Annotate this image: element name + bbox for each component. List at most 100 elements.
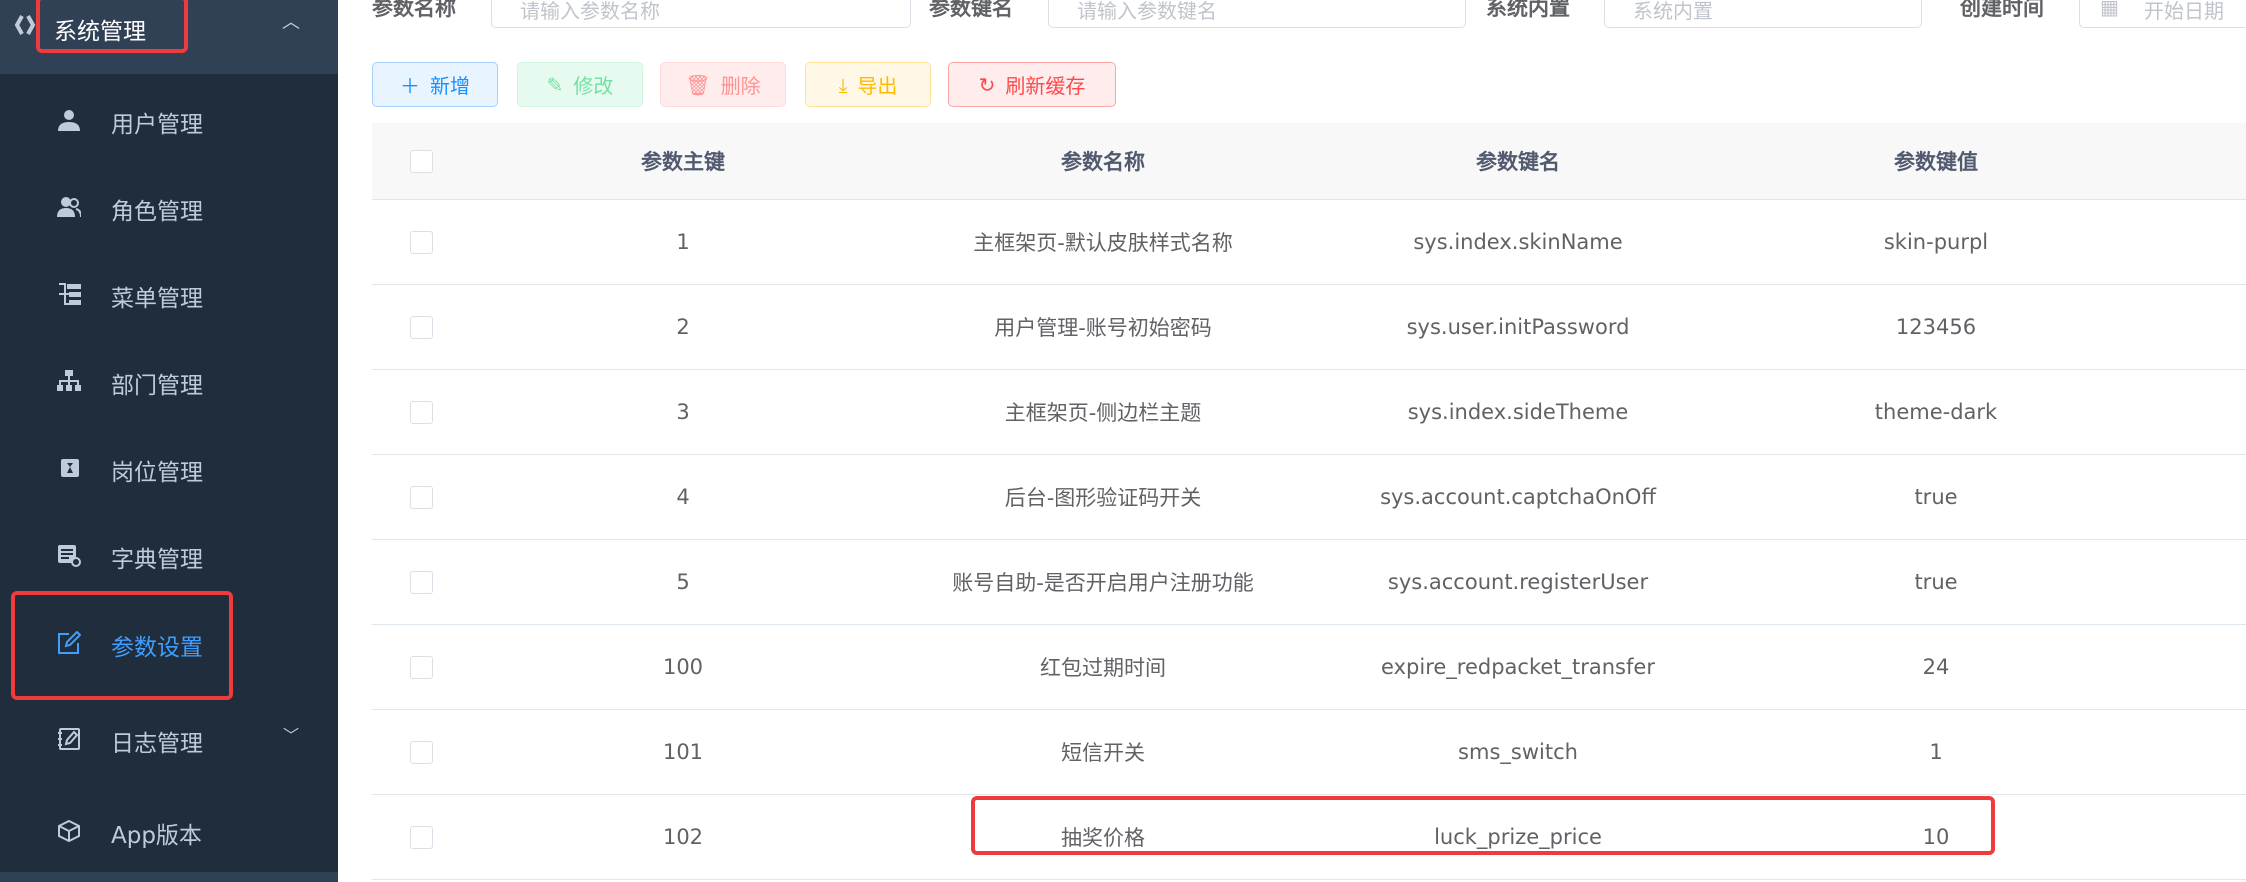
header-config-key: 参数键名	[1476, 150, 1560, 174]
add-button[interactable]: ＋ 新增	[372, 62, 498, 107]
cell-config-key: sms_switch	[1458, 740, 1578, 764]
table-row[interactable]: 4 后台-图形验证码开关 sys.account.captchaOnOff true	[372, 455, 2246, 540]
cell-config-value: 123456	[1895, 315, 1977, 339]
sidebar: 系统管理 ︿ 用户管理 角色管理 菜单管理 部门管理 岗位管理 字典管理 参数设…	[0, 0, 338, 882]
sidebar-item-dept[interactable]: 部门管理	[0, 338, 338, 424]
chevron-down-icon: ﹀	[1893, 0, 1907, 10]
config-key-label: 参数键名	[929, 0, 1013, 20]
sidebar-item-role[interactable]: 角色管理	[0, 164, 338, 250]
sidebar-item-label: 菜单管理	[111, 286, 203, 312]
cell-config-name: 抽奖价格	[1061, 826, 1145, 850]
cell-config-name: 主框架页-默认皮肤样式名称	[973, 231, 1233, 255]
sidebar-item-user[interactable]: 用户管理	[0, 77, 338, 163]
chevron-down-icon: ﹀	[283, 726, 300, 745]
cell-config-id: 1	[676, 230, 690, 254]
config-name-input[interactable]: 请输入参数名称	[491, 0, 911, 28]
system-icon	[14, 15, 36, 35]
cell-config-name: 用户管理-账号初始密码	[994, 316, 1212, 340]
sidebar-item-label: 角色管理	[111, 199, 203, 225]
cell-config-key: sys.index.skinName	[1413, 230, 1623, 254]
start-date-placeholder: 开始日期	[2144, 0, 2224, 23]
sidebar-item-menu[interactable]: 菜单管理	[0, 251, 338, 337]
sidebar-item-label: 岗位管理	[111, 460, 203, 486]
config-type-label: 系统内置	[1486, 0, 1570, 20]
table-row[interactable]: 100 红包过期时间 expire_redpacket_transfer 24	[372, 625, 2246, 710]
cell-config-value: theme-dark	[1874, 400, 1998, 424]
table-row[interactable]: 2 用户管理-账号初始密码 sys.user.initPassword 123456	[372, 285, 2246, 370]
cell-config-value: true	[1914, 570, 1958, 594]
sidebar-item-post[interactable]: 岗位管理	[0, 425, 338, 511]
row-checkbox[interactable]	[410, 486, 433, 509]
cell-config-key: sys.user.initPassword	[1406, 315, 1630, 339]
post-icon	[61, 459, 79, 477]
table-row[interactable]: 3 主框架页-侧边栏主题 sys.index.sideTheme theme-dark	[372, 370, 2246, 455]
cell-config-value: 1	[1929, 740, 1943, 764]
delete-label: 删除	[720, 74, 761, 98]
header-config-value: 参数键值	[1894, 150, 1978, 174]
table-row[interactable]: 5 账号自助-是否开启用户注册功能 sys.account.registerUser…	[372, 540, 2246, 625]
sidebar-item-config[interactable]: 参数设置	[0, 600, 338, 686]
peoples-icon	[57, 197, 81, 218]
cell-config-value: 24	[1922, 655, 1950, 679]
add-label: 新增	[430, 74, 470, 98]
edit-label: 修改	[573, 74, 614, 98]
sidebar-item-app-version[interactable]: App版本	[0, 788, 338, 874]
cell-config-key: expire_redpacket_transfer	[1381, 655, 1655, 679]
submenu-system-management[interactable]: 系统管理 ︿	[0, 0, 338, 74]
cell-config-name: 红包过期时间	[1040, 656, 1166, 680]
cell-config-id: 101	[662, 740, 704, 764]
cell-config-key: luck_prize_price	[1434, 825, 1602, 849]
row-checkbox[interactable]	[410, 741, 433, 764]
cube-icon	[58, 819, 80, 843]
export-button[interactable]: ⤓ 导出	[805, 62, 931, 107]
trash-icon: 🗑︎	[685, 72, 711, 97]
table-row[interactable]: 102 抽奖价格 luck_prize_price 10	[372, 795, 2246, 880]
sidebar-item-label: 用户管理	[111, 112, 203, 138]
sidebar-footer	[0, 872, 338, 882]
cell-config-value: 10	[1922, 825, 1950, 849]
cell-config-id: 4	[676, 485, 690, 509]
row-checkbox[interactable]	[410, 231, 433, 254]
cell-config-id: 2	[676, 315, 690, 339]
cell-config-name: 账号自助-是否开启用户注册功能	[952, 571, 1254, 595]
refresh-cache-label: 刷新缓存	[1005, 74, 1086, 98]
start-date-input[interactable]: ▦ 开始日期	[2079, 0, 2246, 28]
log-icon	[58, 728, 80, 750]
cell-config-value: skin-purpl	[1883, 230, 1989, 254]
cell-config-id: 5	[676, 570, 690, 594]
sidebar-item-label: 字典管理	[111, 547, 203, 573]
row-checkbox[interactable]	[410, 826, 433, 849]
edit-button[interactable]: ✎ 修改	[517, 62, 643, 107]
cell-config-id: 102	[662, 825, 704, 849]
row-checkbox[interactable]	[410, 316, 433, 339]
table-row[interactable]: 1 主框架页-默认皮肤样式名称 sys.index.skinName skin-pur…	[372, 200, 2246, 285]
tree-table-icon	[59, 283, 81, 305]
sidebar-item-dict[interactable]: 字典管理	[0, 512, 338, 598]
sidebar-item-label: 参数设置	[111, 635, 203, 661]
row-checkbox[interactable]	[410, 571, 433, 594]
delete-button[interactable]: 🗑︎ 删除	[660, 62, 786, 107]
header-config-name: 参数名称	[1061, 150, 1145, 174]
create-time-label: 创建时间	[1960, 0, 2044, 20]
refresh-cache-button[interactable]: ↻ 刷新缓存	[948, 62, 1116, 107]
table-row[interactable]: 101 短信开关 sms_switch 1	[372, 710, 2246, 795]
sidebar-item-log[interactable]: 日志管理 ﹀	[0, 696, 338, 782]
sidebar-item-label: 日志管理	[111, 731, 203, 757]
config-type-select[interactable]: 系统内置 ﹀	[1604, 0, 1922, 28]
submenu-title: 系统管理	[54, 19, 146, 45]
download-icon: ⤓	[838, 72, 848, 97]
user-icon	[58, 110, 80, 131]
select-all-checkbox[interactable]	[410, 150, 433, 173]
sidebar-item-label: App版本	[111, 823, 202, 849]
edit-icon: ✎	[546, 72, 564, 97]
row-checkbox[interactable]	[410, 656, 433, 679]
cell-config-name: 后台-图形验证码开关	[1004, 486, 1202, 510]
edit-icon	[58, 631, 81, 654]
config-type-placeholder: 系统内置	[1633, 0, 1713, 23]
sidebar-item-label: 部门管理	[111, 373, 203, 399]
cell-config-key: sys.account.registerUser	[1387, 570, 1649, 594]
row-checkbox[interactable]	[410, 401, 433, 424]
calendar-icon: ▦	[2100, 0, 2119, 19]
cell-config-name: 主框架页-侧边栏主题	[1004, 401, 1202, 425]
config-key-input[interactable]: 请输入参数键名	[1048, 0, 1466, 28]
